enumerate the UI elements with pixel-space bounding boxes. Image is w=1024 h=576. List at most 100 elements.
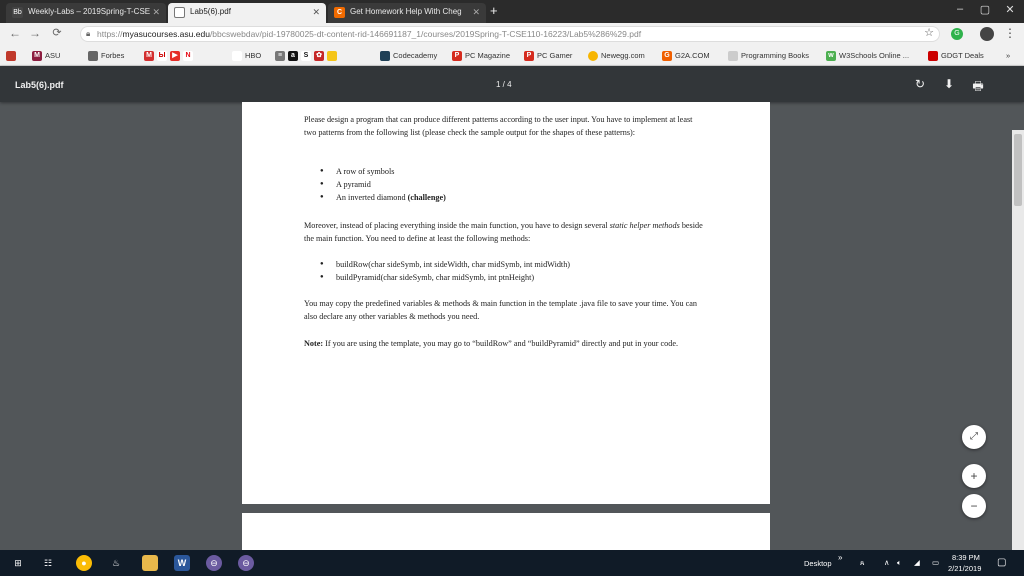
bookmark-pc-gamer[interactable]: P PC Gamer	[524, 49, 572, 62]
forward-button[interactable]: →	[28, 26, 42, 40]
url-scheme: https://	[97, 29, 123, 39]
steam-icon[interactable]: ♨	[108, 555, 124, 571]
amazon-icon: a	[288, 51, 298, 62]
browser-toolbar: ← → ⟳ 🔒︎ https://myasucourses.asu.edu/bbc…	[0, 23, 1024, 45]
challenge-label: (challenge)	[407, 193, 446, 202]
bookmark-codecademy[interactable]: Codecademy	[380, 49, 437, 62]
bookmark-pc-magazine[interactable]: P PC Magazine	[452, 49, 510, 62]
bookmark-programming-books[interactable]: Programming Books	[728, 49, 809, 62]
folder-icon	[728, 51, 738, 62]
wifi-icon[interactable]: ◢	[914, 558, 920, 567]
scrollbar-thumb[interactable]	[1014, 134, 1022, 206]
close-icon[interactable]: ✕	[152, 3, 160, 21]
zoom-in-button[interactable]: +	[962, 464, 986, 488]
list-item-text: An inverted diamond	[336, 193, 406, 202]
network-icon[interactable]: ▭	[932, 558, 939, 567]
back-button[interactable]: ←	[8, 26, 22, 40]
bookmark-label: Codecademy	[393, 51, 438, 60]
fit-to-page-button[interactable]: ⤢	[962, 425, 986, 449]
bookmark-gdgt[interactable]: GDGT Deals	[928, 49, 984, 62]
bookmark-label: GDGT Deals	[941, 51, 984, 60]
maximize-button[interactable]: ▢	[975, 3, 995, 16]
tab-chegg[interactable]: C Get Homework Help With Cheg ✕	[328, 3, 486, 23]
chevron-right-icon[interactable]: »	[838, 553, 842, 562]
pattern-list: A row of symbols A pyramid An inverted d…	[304, 165, 704, 204]
bookmarks-bar: M ASU Forbes M Ы ▶ N HBO ≡ a S ✿ Codecademy P PC…	[0, 45, 1024, 66]
site-icon: S	[301, 51, 311, 62]
zoom-out-button[interactable]: −	[962, 494, 986, 518]
file-explorer-icon[interactable]	[142, 555, 158, 571]
scrollbar[interactable]	[1012, 130, 1024, 550]
netflix-icon: N	[183, 51, 193, 62]
bookmark-newegg[interactable]: Newegg.com	[588, 49, 645, 62]
bookmark-forbes[interactable]: Forbes	[88, 49, 124, 62]
clock-time[interactable]: 8:39 PM	[952, 553, 980, 562]
note-paragraph: Note: If you are using the template, you…	[304, 337, 704, 350]
site-icon: G	[662, 51, 672, 62]
print-icon[interactable]: 🖶︎	[971, 77, 985, 98]
close-icon[interactable]: ✕	[312, 3, 320, 21]
site-icon: Ы	[157, 51, 167, 62]
site-icon: P	[452, 51, 462, 62]
profile-avatar[interactable]	[980, 27, 994, 41]
mail-icon: M	[32, 51, 42, 62]
clock-date[interactable]: 2/21/2019	[948, 564, 981, 573]
tab-title: Lab5(6).pdf	[190, 7, 231, 16]
new-tab-button[interactable]: +	[490, 3, 498, 18]
bookmarks-overflow-icon[interactable]: »	[1006, 49, 1010, 62]
tab-strip: Bb Weekly-Labs – 2019Spring-T-CSE ✕ Lab5…	[0, 0, 1024, 23]
windows-start-icon[interactable]: ⊞	[10, 555, 26, 571]
bookmark-hbo[interactable]: HBO	[232, 49, 261, 62]
site-icon	[232, 51, 242, 62]
pdf-title: Lab5(6).pdf	[15, 80, 64, 90]
bookmark-label: Programming Books	[741, 51, 809, 60]
pdf-toolbar: Lab5(6).pdf 1 / 4 ↻ ⬇ 🖶︎	[0, 66, 1024, 102]
bookmark-asu[interactable]: M ASU	[32, 49, 60, 62]
minimize-button[interactable]: –	[950, 3, 970, 15]
volume-icon[interactable]: 🔈︎	[897, 558, 902, 568]
bookmark-g2a[interactable]: G G2A.COM	[662, 49, 710, 62]
bookmark-label: W3Schools Online ...	[839, 51, 910, 60]
word-icon[interactable]: W	[174, 555, 190, 571]
tab-title: Get Homework Help With Cheg	[350, 7, 462, 16]
list-item: buildPyramid(char sideSymb, char midSymb…	[320, 271, 704, 284]
tab-title: Weekly-Labs – 2019Spring-T-CSE	[28, 7, 151, 16]
site-icon: ✿	[314, 51, 324, 62]
bookmark-label: PC Gamer	[537, 51, 573, 60]
bookmark-label: Newegg.com	[601, 51, 645, 60]
tray-up-icon[interactable]: ∧	[884, 558, 890, 567]
bookmark-star-icon[interactable]: ☆	[922, 26, 936, 39]
imdb-icon	[327, 51, 337, 62]
close-icon[interactable]: ✕	[472, 3, 480, 21]
bookmark-icon-only[interactable]	[6, 49, 19, 62]
list-item: An inverted diamond (challenge)	[320, 191, 704, 204]
download-icon[interactable]: ⬇	[942, 77, 956, 91]
chrome-icon[interactable]: ●	[76, 555, 92, 571]
people-icon[interactable]: ጰ	[860, 558, 864, 568]
rotate-icon[interactable]: ↻	[913, 77, 927, 91]
reload-button[interactable]: ⟳	[50, 26, 64, 39]
app-icon[interactable]: ⊖	[206, 555, 222, 571]
bookmark-w3schools[interactable]: w W3Schools Online ...	[826, 49, 909, 62]
site-icon	[588, 51, 598, 62]
youtube-icon: ▶	[170, 51, 180, 62]
blackboard-icon: Bb	[12, 7, 23, 18]
site-icon: M	[144, 51, 154, 62]
site-icon: w	[826, 51, 836, 62]
bookmark-shortcuts[interactable]: M Ы ▶ N	[144, 49, 196, 62]
tab-lab5-pdf[interactable]: Lab5(6).pdf ✕	[168, 3, 326, 23]
address-bar[interactable]: 🔒︎ https://myasucourses.asu.edu/bbcswebda…	[80, 26, 940, 42]
desktop-toolbar-label[interactable]: Desktop	[804, 559, 832, 568]
extension-icon[interactable]: G	[951, 28, 963, 40]
window-close-button[interactable]: ✕	[1000, 3, 1020, 16]
menu-kebab-icon[interactable]: ⋮	[1003, 26, 1017, 40]
bookmark-icons-group[interactable]: ≡ a S ✿	[275, 49, 340, 62]
task-view-icon[interactable]: ☷	[40, 555, 56, 571]
url-path: /bbcswebdav/pid-19780025-dt-content-rid-…	[209, 29, 642, 39]
list-item: A row of symbols	[320, 165, 704, 178]
note-label: Note:	[304, 339, 324, 348]
notifications-icon[interactable]: ▢	[997, 557, 1006, 568]
document-icon	[174, 7, 185, 18]
tab-weekly-labs[interactable]: Bb Weekly-Labs – 2019Spring-T-CSE ✕	[6, 3, 166, 23]
app-icon[interactable]: ⊖	[238, 555, 254, 571]
